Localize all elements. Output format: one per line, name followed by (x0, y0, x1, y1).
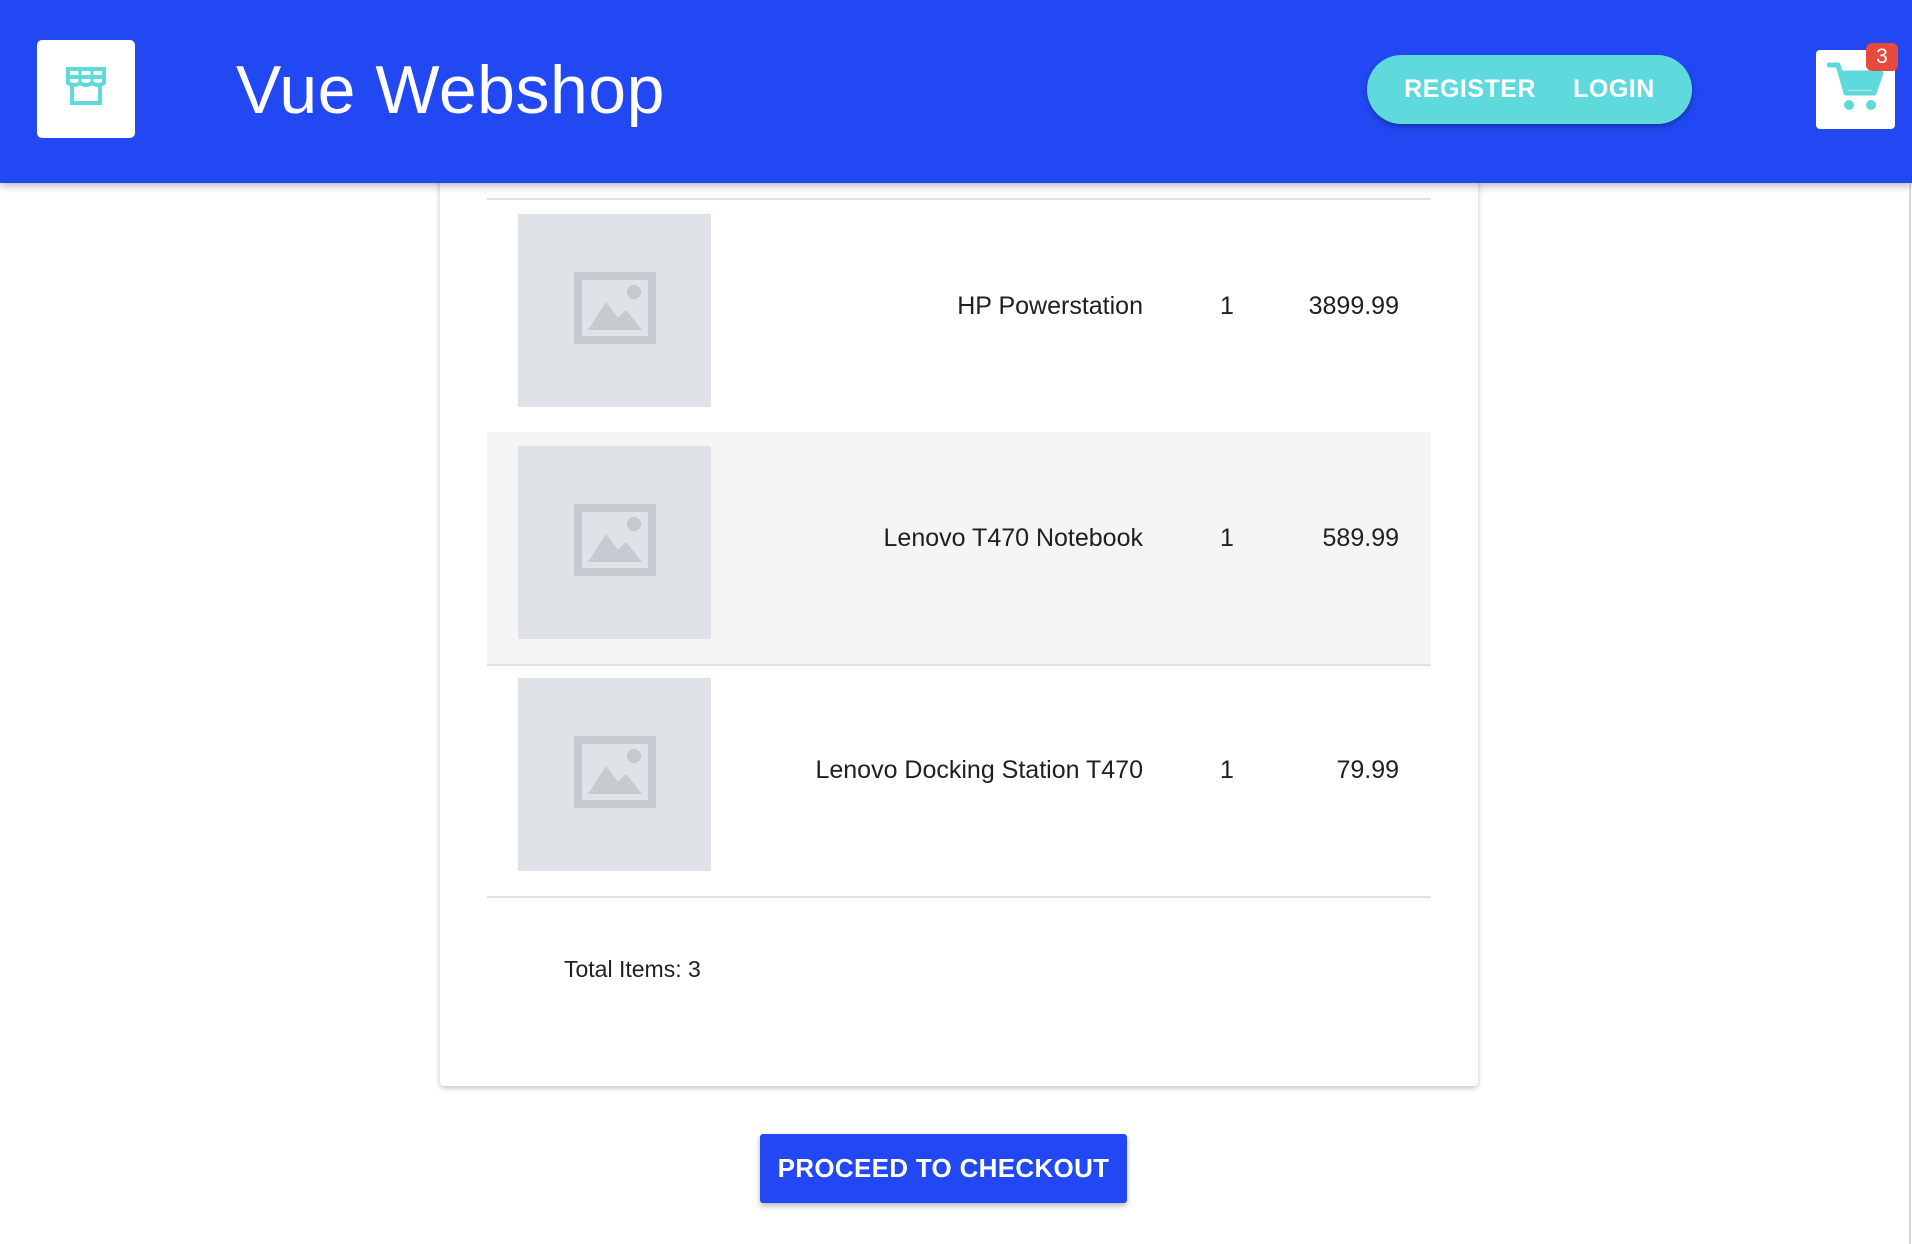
product-quantity: 1 (1220, 756, 1234, 784)
product-price: 589.99 (1322, 524, 1399, 552)
cart-item-row: HP Powerstation 1 3899.99 (487, 200, 1431, 434)
scrollbar-track[interactable] (1909, 183, 1911, 1244)
cart-card: HP Powerstation 1 3899.99 Lenovo T470 No… (440, 150, 1478, 1086)
image-placeholder-icon (573, 272, 656, 349)
register-button[interactable]: REGISTER (1404, 75, 1536, 104)
login-button[interactable]: LOGIN (1573, 75, 1655, 104)
home-logo-button[interactable] (37, 40, 135, 138)
total-items-label: Total Items: 3 (564, 956, 701, 982)
app-title: Vue Webshop (236, 52, 665, 128)
app-header: Vue Webshop REGISTER LOGIN 3 (0, 0, 1912, 183)
product-image (518, 214, 711, 407)
cart-item-row: Lenovo T470 Notebook 1 589.99 (487, 432, 1431, 666)
product-price: 3899.99 (1308, 292, 1399, 320)
product-quantity: 1 (1220, 524, 1234, 552)
storefront-icon (64, 66, 108, 112)
product-image (518, 446, 711, 639)
product-price: 79.99 (1336, 756, 1399, 784)
product-name: Lenovo T470 Notebook (883, 524, 1143, 552)
cart-item-row: Lenovo Docking Station T470 1 79.99 (487, 664, 1431, 898)
product-image (518, 678, 711, 871)
image-placeholder-icon (573, 736, 656, 813)
product-name: Lenovo Docking Station T470 (815, 756, 1143, 784)
auth-button-group: REGISTER LOGIN (1367, 55, 1692, 124)
product-quantity: 1 (1220, 292, 1234, 320)
product-name: HP Powerstation (957, 292, 1143, 320)
cart-count-badge: 3 (1866, 43, 1898, 71)
proceed-to-checkout-button[interactable]: PROCEED TO CHECKOUT (760, 1134, 1127, 1203)
image-placeholder-icon (573, 504, 656, 581)
